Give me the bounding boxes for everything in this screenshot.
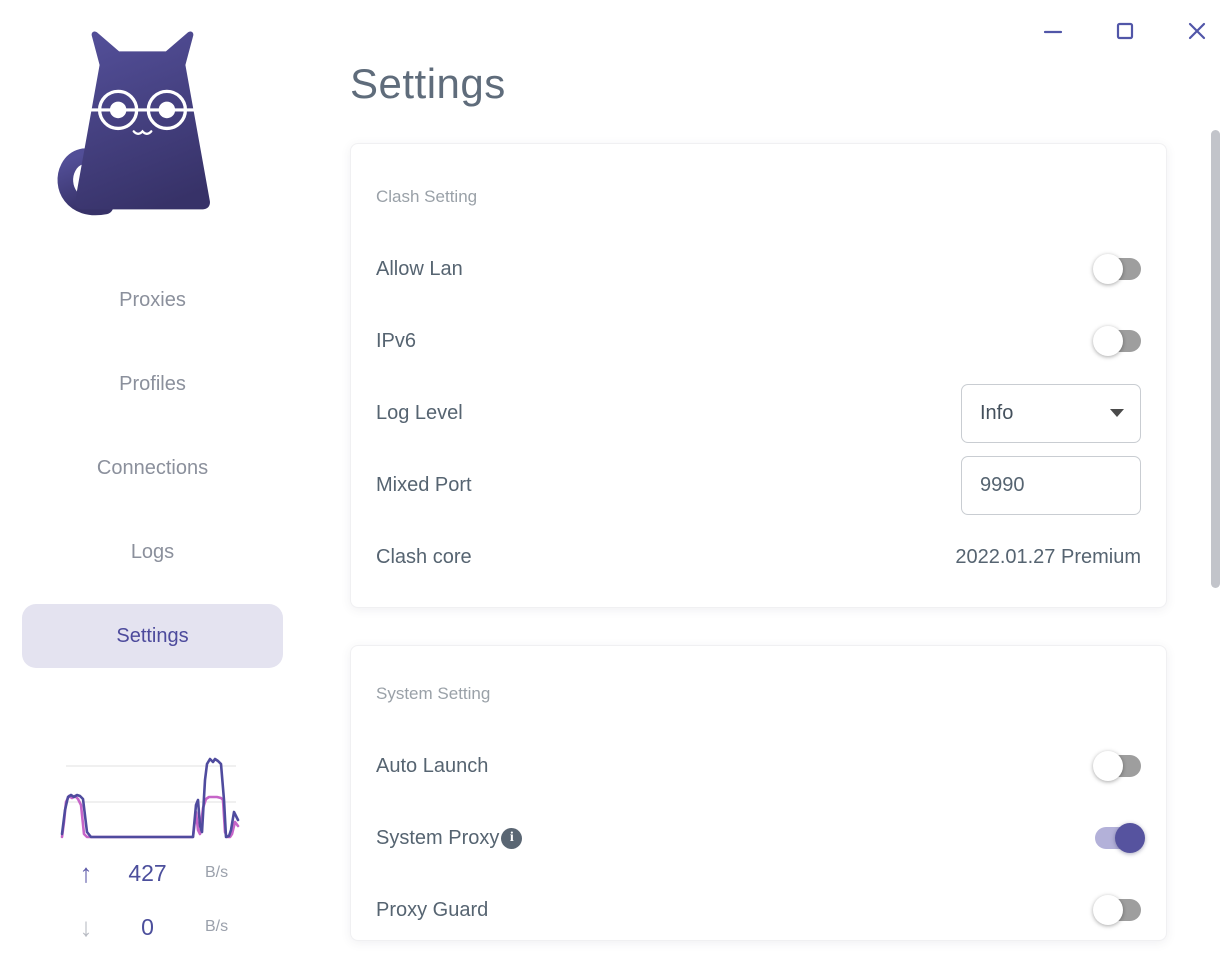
row-label: Log Level — [376, 401, 463, 424]
sidebar-item-proxies[interactable]: Proxies — [22, 268, 283, 332]
toggle-knob — [1093, 254, 1123, 284]
upload-speed-unit: B/s — [205, 864, 229, 881]
setting-row-allow-lan: Allow Lan — [351, 233, 1166, 305]
toggle-knob — [1115, 823, 1145, 853]
ipv6-toggle[interactable] — [1093, 326, 1141, 356]
row-label: System Proxy i — [376, 826, 523, 850]
proxy-guard-toggle[interactable] — [1093, 895, 1141, 925]
arrow-up-icon: ↑ — [79, 858, 93, 888]
row-label: Clash core — [376, 545, 472, 568]
toggle-knob — [1093, 751, 1123, 781]
section-header: Clash Setting — [376, 187, 478, 206]
traffic-sparkline — [60, 757, 240, 839]
maximize-icon — [1116, 22, 1134, 40]
minimize-icon — [1043, 30, 1063, 34]
sidebar: Proxies Profiles Connections Logs Settin… — [0, 0, 305, 956]
row-label-text: System Proxy — [376, 826, 500, 849]
download-speed-value: 0 — [141, 914, 154, 940]
selected-option: Info — [980, 401, 1014, 424]
setting-row-ipv6: IPv6 — [351, 305, 1166, 377]
info-icon[interactable]: i — [501, 827, 523, 849]
scrollbar-track — [1209, 0, 1222, 956]
row-label: Allow Lan — [376, 257, 463, 280]
close-icon — [1188, 22, 1206, 40]
setting-row-auto-launch: Auto Launch — [351, 730, 1166, 802]
clash-setting-card: Clash Setting Allow Lan IPv6 Log Level I… — [350, 143, 1167, 608]
upload-speed-value: 427 — [128, 860, 167, 886]
close-button[interactable] — [1184, 18, 1210, 44]
sidebar-item-logs[interactable]: Logs — [22, 520, 283, 584]
setting-row-mixed-port: Mixed Port — [351, 449, 1166, 521]
row-label: IPv6 — [376, 329, 417, 352]
allow-lan-toggle[interactable] — [1093, 254, 1141, 284]
section-header: System Setting — [376, 684, 491, 703]
system-proxy-toggle[interactable] — [1095, 823, 1145, 853]
setting-row-clash-core: Clash core 2022.01.27 Premium — [351, 521, 1166, 593]
cat-right-eye — [158, 101, 176, 119]
cat-left-eye — [109, 101, 127, 119]
row-label: Auto Launch — [376, 754, 489, 777]
nav-label: Settings — [116, 624, 189, 647]
log-level-select[interactable]: Info — [961, 383, 1141, 443]
minimize-button[interactable] — [1040, 18, 1066, 44]
card-header-row: System Setting — [351, 658, 1166, 730]
system-setting-card: System Setting Auto Launch System Proxy … — [350, 645, 1167, 941]
setting-row-system-proxy: System Proxy i — [351, 802, 1166, 874]
window-controls — [1040, 18, 1210, 44]
chevron-down-icon — [1110, 409, 1124, 417]
mixed-port-input[interactable] — [961, 455, 1141, 515]
toggle-knob — [1093, 326, 1123, 356]
sidebar-nav: Proxies Profiles Connections Logs Settin… — [22, 268, 283, 688]
nav-label: Proxies — [119, 288, 186, 311]
nav-label: Profiles — [119, 372, 186, 395]
nav-label: Connections — [96, 456, 209, 479]
auto-launch-toggle[interactable] — [1093, 751, 1141, 781]
setting-row-proxy-guard: Proxy Guard — [351, 874, 1166, 940]
page-title: Settings — [350, 60, 506, 107]
scrollbar-thumb[interactable] — [1211, 130, 1220, 588]
clash-cat-logo-icon — [57, 31, 210, 216]
setting-row-log-level: Log Level Info — [351, 377, 1166, 449]
clash-app-window: Proxies Profiles Connections Logs Settin… — [0, 0, 1222, 956]
cat-body — [75, 31, 210, 210]
toggle-knob — [1093, 895, 1123, 925]
row-label: Proxy Guard — [376, 898, 489, 921]
sidebar-item-connections[interactable]: Connections — [22, 436, 283, 500]
arrow-down-icon: ↓ — [79, 912, 93, 942]
clash-core-version: 2022.01.27 Premium — [955, 545, 1141, 568]
sidebar-item-settings[interactable]: Settings — [22, 604, 283, 668]
maximize-button[interactable] — [1112, 18, 1138, 44]
download-speed-row: ↓ 0 B/s — [0, 910, 305, 944]
nav-label: Logs — [130, 540, 175, 563]
upload-speed-row: ↑ 427 B/s — [0, 856, 305, 890]
row-label: Mixed Port — [376, 473, 472, 496]
card-header-row: Clash Setting — [351, 161, 1166, 233]
download-speed-unit: B/s — [205, 918, 229, 935]
sidebar-item-profiles[interactable]: Profiles — [22, 352, 283, 416]
